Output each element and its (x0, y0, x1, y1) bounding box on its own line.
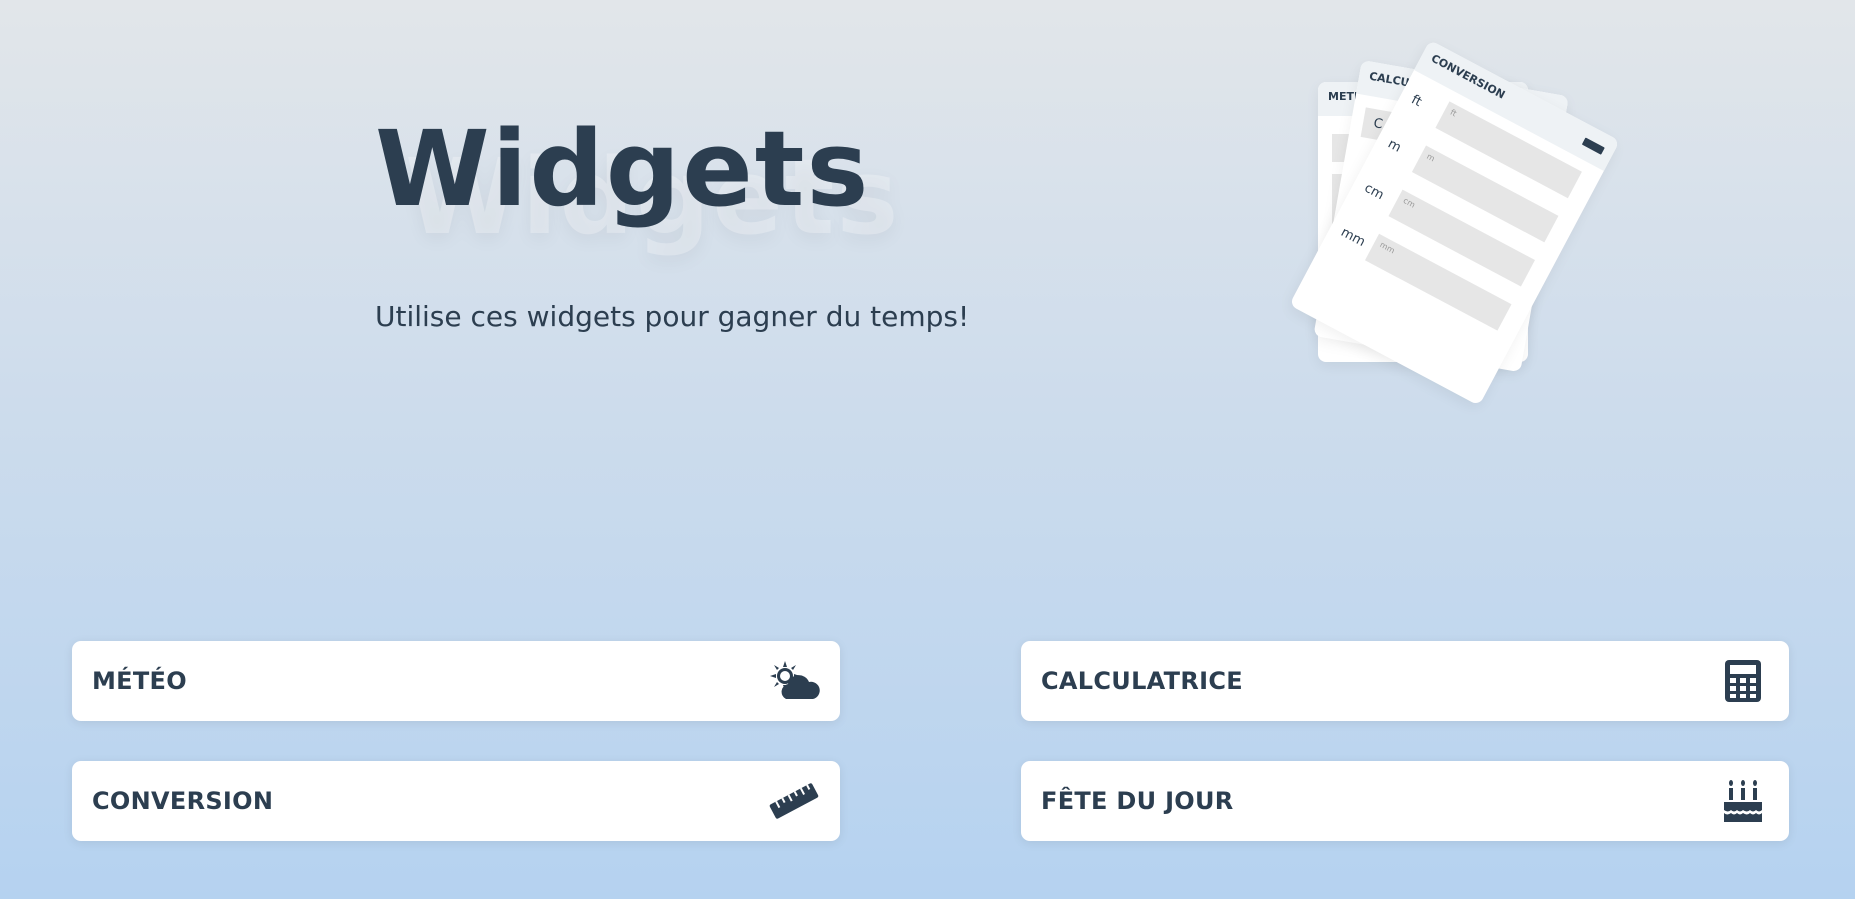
widgets-illustration: METEO CALCULATRICE C 7 CONVERSION ft ft … (1289, 40, 1660, 410)
birthday-cake-icon (1717, 779, 1769, 823)
page-title: Widgets (375, 108, 871, 230)
widget-meteo-button[interactable]: MÉTÉO (72, 641, 840, 721)
hero-title-group: Widgets Widgets (375, 108, 898, 258)
widget-label: CALCULATRICE (1041, 667, 1243, 695)
widget-label: CONVERSION (92, 787, 274, 815)
widget-conversion-button[interactable]: CONVERSION (72, 761, 840, 841)
sun-cloud-icon (768, 659, 820, 703)
widget-label: MÉTÉO (92, 667, 187, 695)
calculator-icon (1717, 659, 1769, 703)
ruler-icon (768, 779, 820, 823)
widget-label: FÊTE DU JOUR (1041, 787, 1234, 815)
widget-fete-du-jour-button[interactable]: FÊTE DU JOUR (1021, 761, 1789, 841)
widget-calculatrice-button[interactable]: CALCULATRICE (1021, 641, 1789, 721)
page-subtitle: Utilise ces widgets pour gagner du temps… (375, 300, 970, 333)
